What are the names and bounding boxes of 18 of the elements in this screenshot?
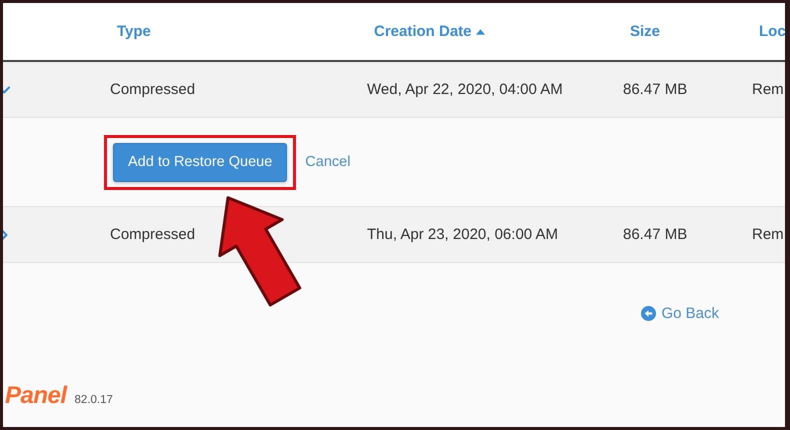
- cancel-link[interactable]: Cancel: [305, 154, 350, 170]
- column-header[interactable]: Loc: [752, 23, 785, 40]
- column-header[interactable]: Creation Date: [367, 23, 623, 40]
- go-back-link[interactable]: Go Back: [641, 305, 719, 322]
- table-cell: Rem: [752, 226, 785, 243]
- table-cell-text: Thu, Apr 23, 2020, 06:00 AM: [367, 226, 559, 243]
- logo: Panel: [5, 384, 67, 408]
- table-cell: Rem: [752, 81, 785, 98]
- column-header[interactable]: Size: [623, 23, 752, 40]
- add-to-restore-queue-button[interactable]: Add to Restore Queue: [113, 142, 288, 182]
- table-cell-text: Compressed: [110, 81, 196, 98]
- column-header[interactable]: Type: [110, 23, 367, 40]
- table-cell-text: Wed, Apr 22, 2020, 04:00 AM: [367, 81, 564, 98]
- table-cell-text: 86.47 MB: [623, 81, 688, 98]
- sort-caret-icon: [476, 28, 485, 34]
- version-number: 82.0.17: [74, 394, 113, 408]
- table-cell-text: Compressed: [110, 226, 196, 243]
- table-cell-text: 86.47 MB: [623, 226, 688, 243]
